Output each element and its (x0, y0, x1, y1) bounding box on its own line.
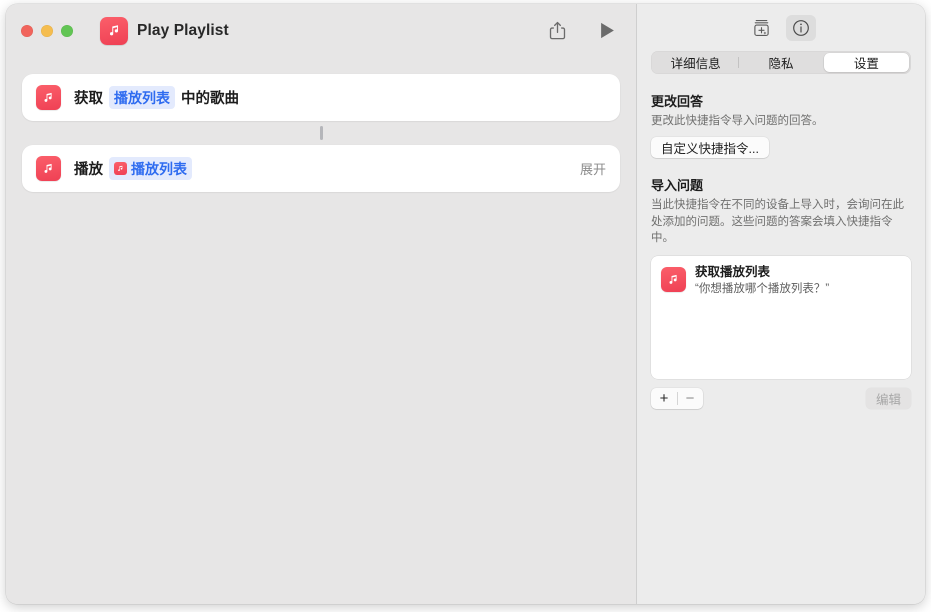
action-card[interactable]: 获取 播放列表 中的歌曲 (22, 74, 620, 121)
info-circle-icon[interactable] (786, 14, 816, 41)
import-questions-description: 当此快捷指令在不同的设备上导入时，会询问在此处添加的问题。这些问题的答案会填入快… (651, 199, 904, 244)
share-icon[interactable] (544, 18, 570, 44)
action-variable-token[interactable]: 播放列表 (109, 157, 192, 180)
action-tail: 中的歌曲 (181, 91, 239, 107)
add-question-button[interactable]: + (651, 388, 677, 409)
window-titlebar: Play Playlist (6, 4, 636, 57)
import-questions-footer: + − 编辑 (651, 388, 911, 410)
inspector-toolbar (651, 4, 911, 51)
inspector-pane: 详细信息 隐私 设置 更改回答 更改此快捷指令导入问题的回答。 自定义快捷指令.… (637, 4, 925, 604)
change-answer-description: 更改此快捷指令导入问题的回答。 (651, 115, 824, 127)
shortcut-box-icon[interactable] (746, 15, 776, 41)
music-note-icon (36, 85, 61, 110)
question-prompt: “你想播放哪个播放列表？” (695, 283, 830, 296)
customize-shortcut-button[interactable]: 自定义快捷指令... (651, 137, 769, 159)
add-remove-control: + − (651, 388, 703, 410)
remove-question-button[interactable]: − (677, 388, 703, 409)
import-questions-list[interactable]: 获取播放列表 “你想播放哪个播放列表？” (651, 256, 911, 380)
list-item[interactable]: 获取播放列表 “你想播放哪个播放列表？” (661, 265, 901, 297)
tab-privacy[interactable]: 隐私 (738, 53, 823, 72)
edit-question-button[interactable]: 编辑 (865, 388, 911, 410)
action-verb: 播放 (74, 162, 103, 178)
question-title: 获取播放列表 (695, 265, 771, 280)
music-note-icon (36, 156, 61, 181)
expand-button[interactable]: 展开 (580, 159, 606, 178)
page-title: Play Playlist (137, 21, 229, 39)
tab-details[interactable]: 详细信息 (653, 53, 738, 72)
close-button[interactable] (21, 24, 33, 37)
workflow-canvas: 获取 播放列表 中的歌曲 播放 播放列表 展开 (6, 57, 636, 604)
import-questions-title: 导入问题 (651, 178, 704, 194)
token-label: 播放列表 (131, 160, 187, 177)
editor-pane: Play Playlist 获取 播放列表 中的歌曲 播放 播放列表 展开 (6, 4, 636, 604)
zoom-button[interactable] (61, 24, 73, 37)
action-parameter-token[interactable]: 播放列表 (109, 86, 175, 109)
minimize-button[interactable] (41, 24, 53, 37)
traffic-lights (21, 24, 73, 37)
action-connector (319, 126, 323, 140)
titlebar-actions (544, 18, 620, 44)
action-label: 播放 播放列表 (74, 157, 198, 180)
shortcuts-window: Play Playlist 获取 播放列表 中的歌曲 播放 播放列表 展开 详细… (6, 4, 925, 604)
music-note-icon (100, 16, 128, 45)
music-note-icon (114, 162, 127, 175)
play-icon[interactable] (594, 18, 620, 44)
action-card[interactable]: 播放 播放列表 展开 (22, 145, 620, 192)
tab-settings[interactable]: 设置 (823, 53, 909, 72)
action-verb: 获取 (74, 91, 103, 107)
screen: Play Playlist 获取 播放列表 中的歌曲 播放 播放列表 展开 详细… (0, 0, 931, 612)
inspector-tabs: 详细信息 隐私 设置 (651, 51, 911, 74)
music-note-icon (661, 267, 686, 293)
change-answer-title: 更改回答 (651, 94, 704, 109)
action-label: 获取 播放列表 中的歌曲 (74, 86, 239, 109)
